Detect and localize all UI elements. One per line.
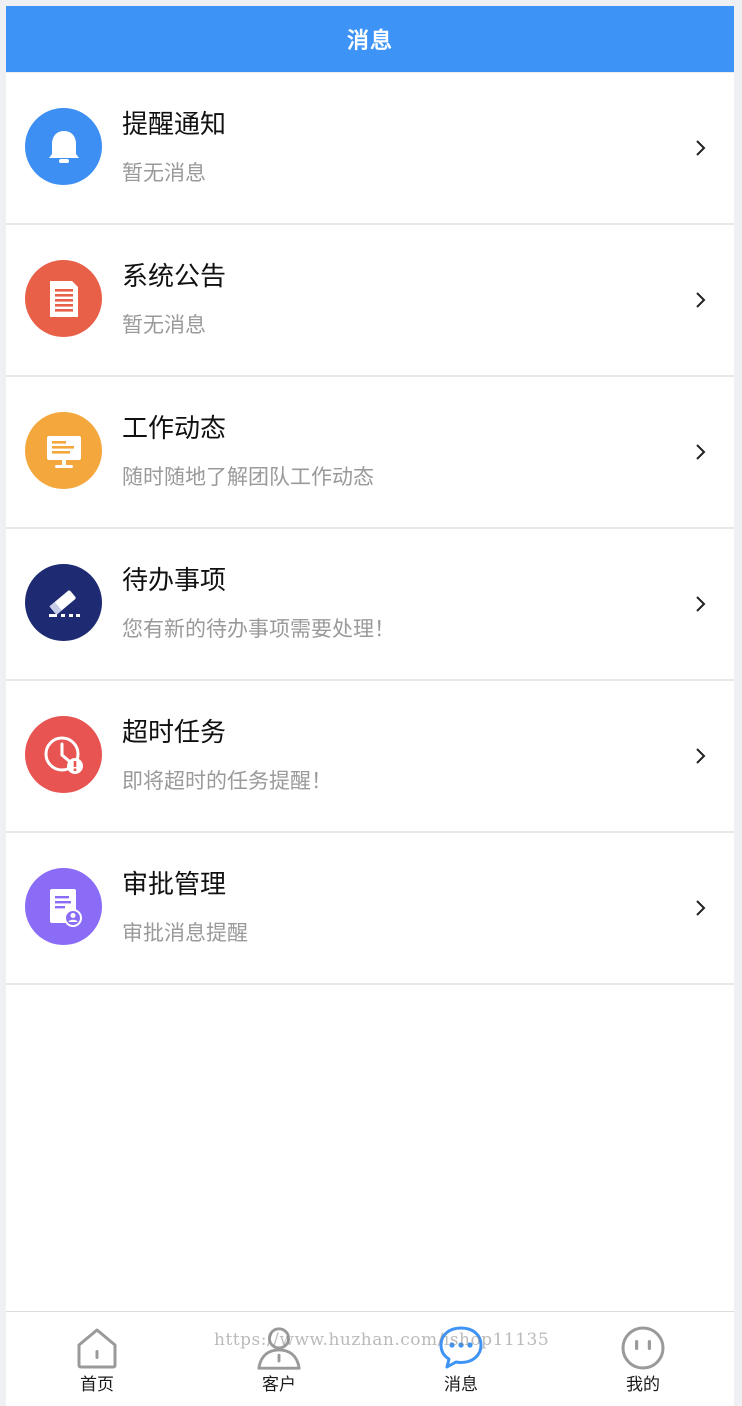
message-desc: 随时随地了解团队工作动态 xyxy=(122,465,374,489)
tab-label: 首页 xyxy=(80,1375,114,1395)
message-item-work-updates[interactable]: 工作动态 随时随地了解团队工作动态 xyxy=(6,377,734,529)
message-desc: 您有新的待办事项需要处理！ xyxy=(122,617,395,641)
page-header: 消息 xyxy=(6,6,734,72)
message-item-overdue[interactable]: 超时任务 即将超时的任务提醒！ xyxy=(6,681,734,833)
message-item-announcement[interactable]: 系统公告 暂无消息 xyxy=(6,225,734,377)
chevron-right-icon xyxy=(696,444,706,460)
tab-customers[interactable]: 客户 xyxy=(188,1312,370,1406)
message-item-approval[interactable]: 审批管理 审批消息提醒 xyxy=(6,833,734,985)
page-title: 消息 xyxy=(346,29,393,54)
message-title: 系统公告 xyxy=(122,262,227,292)
message-desc: 暂无消息 xyxy=(122,161,206,185)
tab-label: 我的 xyxy=(626,1375,660,1395)
edit-icon xyxy=(25,564,102,641)
user-icon xyxy=(255,1324,303,1372)
message-title: 超时任务 xyxy=(122,718,227,748)
message-title: 工作动态 xyxy=(122,414,227,444)
chevron-right-icon xyxy=(696,292,706,308)
message-title: 提醒通知 xyxy=(122,110,227,140)
chat-icon xyxy=(437,1324,485,1372)
message-title: 审批管理 xyxy=(122,870,227,900)
tab-home[interactable]: 首页 xyxy=(6,1312,188,1406)
chevron-right-icon xyxy=(696,596,706,612)
chevron-right-icon xyxy=(696,140,706,156)
chevron-right-icon xyxy=(696,900,706,916)
message-desc: 即将超时的任务提醒！ xyxy=(122,769,332,793)
tab-label: 消息 xyxy=(444,1375,478,1395)
document-icon xyxy=(25,260,102,337)
message-desc: 审批消息提醒 xyxy=(122,921,248,945)
home-icon xyxy=(73,1324,121,1372)
message-list: 提醒通知 暂无消息 系统公告 暂无消息 工作动态 随时随地了解团队工作动态 待办… xyxy=(6,72,734,985)
app-frame: 消息 提醒通知 暂无消息 系统公告 暂无消息 工作动态 随时随地了解团队工作动态… xyxy=(6,6,734,1406)
message-title: 待办事项 xyxy=(122,566,227,596)
clock-alert-icon xyxy=(25,716,102,793)
tab-me[interactable]: 我的 xyxy=(552,1312,734,1406)
monitor-icon xyxy=(25,412,102,489)
bottom-tab-bar: 首页 客户 消息 我的 xyxy=(6,1311,734,1406)
approval-icon xyxy=(25,868,102,945)
message-item-reminder[interactable]: 提醒通知 暂无消息 xyxy=(6,72,734,225)
message-desc: 暂无消息 xyxy=(122,313,206,337)
bell-icon xyxy=(25,108,102,185)
tab-label: 客户 xyxy=(262,1375,296,1395)
face-icon xyxy=(619,1324,667,1372)
chevron-right-icon xyxy=(696,748,706,764)
tab-messages[interactable]: 消息 xyxy=(370,1312,552,1406)
message-item-todo[interactable]: 待办事项 您有新的待办事项需要处理！ xyxy=(6,529,734,681)
